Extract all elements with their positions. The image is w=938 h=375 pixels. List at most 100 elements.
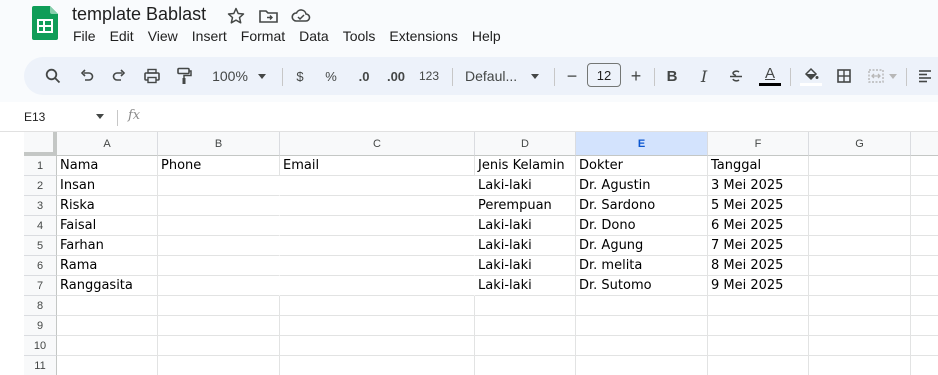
cell-g-11[interactable] [809, 356, 911, 375]
cell-h-6[interactable] [911, 256, 938, 276]
decrease-font-size-button[interactable]: − [562, 57, 582, 95]
cell-b-8[interactable] [158, 296, 280, 316]
cell-f-6[interactable]: 8 Mei 2025 [708, 256, 809, 276]
menu-help[interactable]: Help [472, 28, 509, 44]
cell-f-10[interactable] [708, 336, 809, 356]
menu-data[interactable]: Data [299, 28, 337, 44]
cell-b-5[interactable] [158, 236, 280, 256]
print-icon[interactable] [140, 57, 164, 95]
borders-icon[interactable] [832, 57, 856, 95]
row-header[interactable]: 4 [24, 216, 57, 236]
cell-h-8[interactable] [911, 296, 938, 316]
google-sheets-logo-icon[interactable] [32, 6, 58, 40]
name-box[interactable]: E13 [24, 110, 45, 124]
cell-b-11[interactable] [158, 356, 280, 375]
menu-file[interactable]: File [73, 28, 104, 44]
increase-decimal-button[interactable]: .00 [382, 57, 410, 95]
cell-c-7[interactable] [280, 276, 475, 296]
cell-f-9[interactable] [708, 316, 809, 336]
cell-a-2[interactable]: Insan [57, 176, 158, 196]
cell-b-6[interactable] [158, 256, 280, 276]
redo-icon[interactable] [108, 57, 130, 95]
cell-d-4[interactable]: Laki-laki [475, 216, 576, 236]
cell-h-3[interactable] [911, 196, 938, 216]
cell-c-6[interactable] [280, 256, 475, 276]
menu-view[interactable]: View [148, 28, 186, 44]
horizontal-align-icon[interactable] [914, 57, 936, 95]
cell-d-6[interactable]: Laki-laki [475, 256, 576, 276]
cell-d-10[interactable] [475, 336, 576, 356]
cell-d-2[interactable]: Laki-laki [475, 176, 576, 196]
bold-button[interactable]: B [662, 57, 682, 95]
search-menus-icon[interactable] [42, 57, 64, 95]
cell-h-5[interactable] [911, 236, 938, 256]
cell-a-10[interactable] [57, 336, 158, 356]
cell-a-9[interactable] [57, 316, 158, 336]
cell-f-8[interactable] [708, 296, 809, 316]
cell-g-6[interactable] [809, 256, 911, 276]
row-header[interactable]: 5 [24, 236, 57, 256]
cell-f-4[interactable]: 6 Mei 2025 [708, 216, 809, 236]
column-header-h[interactable] [911, 132, 938, 156]
cell-c-9[interactable] [280, 316, 475, 336]
cell-g-2[interactable] [809, 176, 911, 196]
cell-h-10[interactable] [911, 336, 938, 356]
menu-insert[interactable]: Insert [192, 28, 235, 44]
cell-a-7[interactable]: Ranggasita [57, 276, 158, 296]
cell-c-5[interactable] [280, 236, 475, 256]
zoom-select[interactable]: 100% [206, 57, 272, 95]
text-color-button[interactable]: A [757, 57, 783, 95]
cell-c-2[interactable] [280, 176, 475, 196]
cell-c-1[interactable]: Email [280, 156, 475, 176]
cell-h-11[interactable] [911, 356, 938, 375]
column-header-b[interactable]: B [158, 132, 280, 156]
cell-h-2[interactable] [911, 176, 938, 196]
cell-d-9[interactable] [475, 316, 576, 336]
cell-a-8[interactable] [57, 296, 158, 316]
row-header[interactable]: 2 [24, 176, 57, 196]
row-header[interactable]: 6 [24, 256, 57, 276]
cell-c-11[interactable] [280, 356, 475, 375]
cell-d-11[interactable] [475, 356, 576, 375]
cell-g-10[interactable] [809, 336, 911, 356]
column-header-d[interactable]: D [475, 132, 576, 156]
cell-b-2[interactable] [158, 176, 280, 196]
cell-g-9[interactable] [809, 316, 911, 336]
cell-a-1[interactable]: Nama [57, 156, 158, 176]
cell-d-5[interactable]: Laki-laki [475, 236, 576, 256]
cell-g-5[interactable] [809, 236, 911, 256]
cell-h-4[interactable] [911, 216, 938, 236]
format-currency-button[interactable]: $ [290, 57, 310, 95]
font-size-input[interactable]: 12 [587, 63, 621, 87]
cell-f-2[interactable]: 3 Mei 2025 [708, 176, 809, 196]
row-header[interactable]: 10 [24, 336, 57, 356]
menu-extensions[interactable]: Extensions [389, 28, 465, 44]
cell-a-11[interactable] [57, 356, 158, 375]
row-header[interactable]: 7 [24, 276, 57, 296]
cell-b-3[interactable] [158, 196, 280, 216]
chevron-down-icon[interactable] [96, 114, 104, 119]
row-header[interactable]: 3 [24, 196, 57, 216]
column-header-e[interactable]: E [576, 132, 708, 156]
cell-c-10[interactable] [280, 336, 475, 356]
cell-a-4[interactable]: Faisal [57, 216, 158, 236]
decrease-decimal-button[interactable]: .0 [352, 57, 376, 95]
strikethrough-icon[interactable] [724, 57, 748, 95]
cell-c-4[interactable] [280, 216, 475, 236]
cell-h-9[interactable] [911, 316, 938, 336]
menu-format[interactable]: Format [241, 28, 293, 44]
column-header-c[interactable]: C [280, 132, 475, 156]
cell-g-7[interactable] [809, 276, 911, 296]
menu-tools[interactable]: Tools [343, 28, 384, 44]
cloud-saved-icon[interactable] [290, 6, 312, 26]
cell-d-7[interactable]: Laki-laki [475, 276, 576, 296]
row-header[interactable]: 1 [24, 156, 57, 176]
cell-e-10[interactable] [576, 336, 708, 356]
column-header-g[interactable]: G [809, 132, 911, 156]
cell-a-3[interactable]: Riska [57, 196, 158, 216]
menu-edit[interactable]: Edit [110, 28, 142, 44]
cell-e-2[interactable]: Dr. Agustin [576, 176, 708, 196]
fill-color-button[interactable] [798, 57, 824, 95]
cell-f-1[interactable]: Tanggal [708, 156, 809, 176]
merge-cells-icon[interactable] [864, 57, 900, 95]
